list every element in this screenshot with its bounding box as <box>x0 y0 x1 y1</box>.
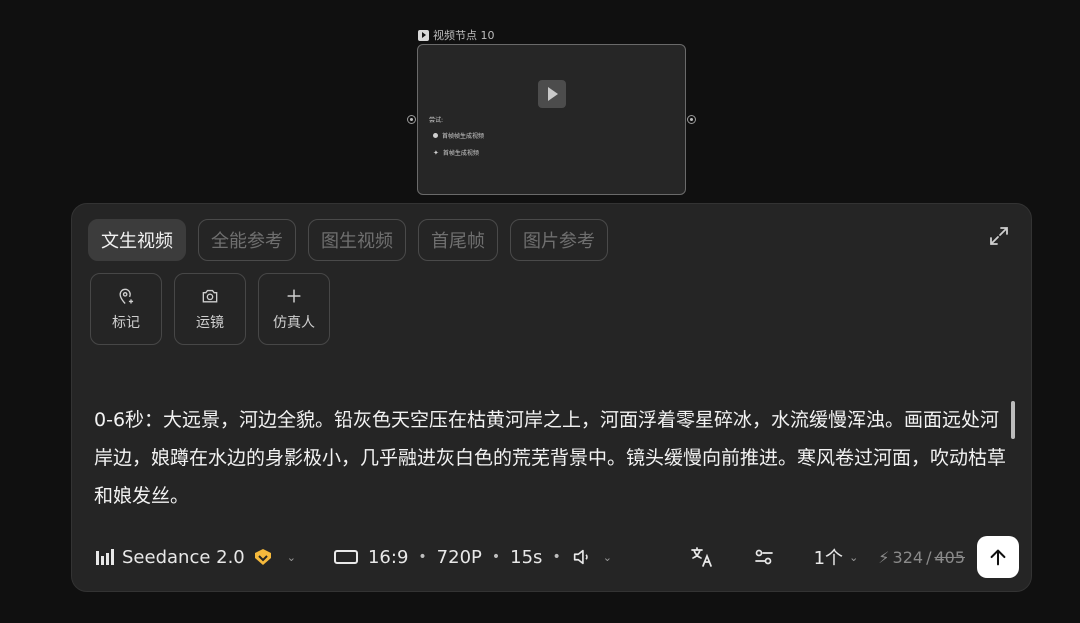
aspect-ratio-value: 16:9 <box>367 546 409 568</box>
play-icon[interactable] <box>538 80 566 108</box>
chevron-down-icon: ⌄ <box>286 550 296 564</box>
node-output-port[interactable] <box>687 115 696 124</box>
resolution-value: 720P <box>436 546 482 568</box>
plus-icon <box>287 289 301 303</box>
realistic-human-button[interactable]: 仿真人 <box>258 273 330 345</box>
node-option-label: 首帧生成视频 <box>442 150 479 157</box>
node-try-label: 尝试: <box>429 117 444 124</box>
separator-dot: • <box>418 549 427 565</box>
speaker-icon <box>573 549 588 565</box>
expand-icon[interactable] <box>987 224 1011 248</box>
sparkle-icon: ✦ <box>433 148 439 157</box>
tool-buttons: 标记 运镜 仿真人 <box>90 273 330 345</box>
mark-button[interactable]: 标记 <box>90 273 162 345</box>
composer-panel: 文生视频 全能参考 图生视频 首尾帧 图片参考 标记 运镜 仿真人 0-6秒：大… <box>71 203 1032 592</box>
camera-move-button[interactable]: 运镜 <box>174 273 246 345</box>
node-option-first-frame[interactable]: ✦ 首帧生成视频 <box>433 148 479 158</box>
video-node-title[interactable]: 视频节点 10 <box>418 27 495 43</box>
credits-separator: / <box>926 547 932 567</box>
settings-sliders-icon[interactable] <box>752 545 776 569</box>
video-node-card[interactable]: 尝试: 首帧帧生成视频 ✦ 首帧生成视频 <box>417 44 686 195</box>
arrow-up-icon <box>990 549 1006 566</box>
lightning-icon: ⚡ <box>878 547 890 567</box>
bottom-toolbar: Seedance 2.0 ⌄ 16:9 • 720P • 15s • ⌄ 1个 … <box>96 536 1019 578</box>
separator-dot: • <box>552 549 561 565</box>
node-option-label: 首帧帧生成视频 <box>442 133 485 140</box>
model-bars-icon <box>96 549 114 565</box>
model-name: Seedance 2.0 <box>122 546 245 568</box>
location-pin-icon <box>119 288 134 304</box>
chevron-down-icon: ⌄ <box>602 550 612 564</box>
prompt-input[interactable]: 0-6秒：大远景，河边全貌。铅灰色天空压在枯黄河岸之上，河面浮着零星碎冰，水流缓… <box>94 401 1014 515</box>
tab-image-reference[interactable]: 图片参考 <box>510 219 608 261</box>
separator-dot: • <box>491 549 501 565</box>
credits-display: ⚡ 324 / 405 <box>878 548 965 567</box>
chevron-down-icon: ⌄ <box>849 550 859 564</box>
video-node-title-text: 视频节点 10 <box>433 29 495 42</box>
tab-first-last-frame[interactable]: 首尾帧 <box>418 219 498 261</box>
mode-tabs: 文生视频 全能参考 图生视频 首尾帧 图片参考 <box>88 219 608 261</box>
realistic-human-button-label: 仿真人 <box>273 315 315 331</box>
tab-image-to-video[interactable]: 图生视频 <box>308 219 406 261</box>
model-selector[interactable]: Seedance 2.0 ⌄ <box>96 547 296 568</box>
mark-button-label: 标记 <box>112 315 140 331</box>
camera-icon <box>202 289 218 303</box>
send-button[interactable] <box>977 536 1019 578</box>
credits-value: 324 <box>892 547 924 567</box>
node-input-port[interactable] <box>407 115 416 124</box>
premium-badge-icon <box>254 549 271 565</box>
credits-original-value: 405 <box>934 547 965 567</box>
right-actions: 1个 ⌄ ⚡ 324 / 405 <box>690 536 1019 578</box>
duration-value: 15s <box>510 546 543 568</box>
camera-move-button-label: 运镜 <box>196 315 224 331</box>
prompt-scrollbar[interactable] <box>1011 401 1015 439</box>
tab-text-to-video[interactable]: 文生视频 <box>88 219 186 261</box>
output-count-value: 1个 <box>813 548 844 569</box>
translate-icon[interactable] <box>690 545 714 569</box>
output-count-selector[interactable]: 1个 ⌄ <box>814 544 859 570</box>
video-node-icon <box>418 29 429 41</box>
aspect-ratio-icon <box>333 550 358 564</box>
video-params-selector[interactable]: 16:9 • 720P • 15s • ⌄ <box>333 546 612 568</box>
tab-omni-reference[interactable]: 全能参考 <box>198 219 296 261</box>
node-option-first-last-frame[interactable]: 首帧帧生成视频 <box>433 131 484 140</box>
layers-icon <box>433 133 438 138</box>
